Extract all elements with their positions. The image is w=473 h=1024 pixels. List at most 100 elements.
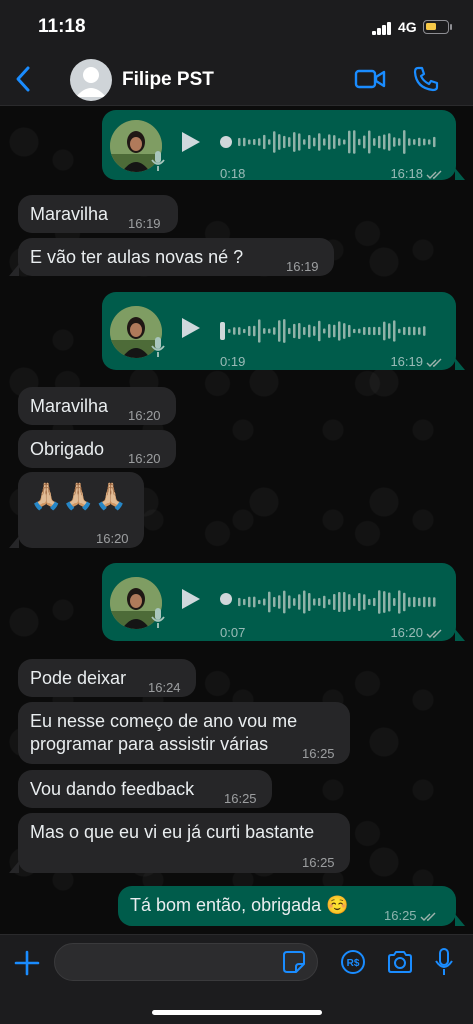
waveform-bar bbox=[368, 130, 371, 154]
waveform-bar bbox=[373, 326, 376, 336]
waveform-bar bbox=[313, 137, 316, 147]
voice-duration: 0:18 bbox=[220, 166, 246, 181]
message-text: Maravilha bbox=[30, 204, 109, 224]
message-text: Mas o que eu vi eu já curti bastante bbox=[30, 822, 315, 842]
waveform-bar bbox=[373, 138, 376, 146]
contact-name[interactable]: Filipe PST bbox=[122, 69, 214, 91]
waveform-bar bbox=[363, 594, 366, 610]
svg-text:R$: R$ bbox=[347, 958, 360, 969]
bubble-tail bbox=[455, 629, 465, 641]
play-button[interactable] bbox=[182, 589, 200, 609]
camera-icon[interactable] bbox=[386, 949, 414, 975]
composer-bar: R$ bbox=[0, 934, 473, 1024]
waveform-bar bbox=[423, 326, 426, 336]
message-bubble[interactable]: Obrigado 16:20 bbox=[18, 430, 176, 468]
waveform-bar bbox=[403, 130, 406, 154]
waveform-bar bbox=[348, 130, 351, 154]
waveform-bar bbox=[408, 597, 411, 607]
message-bubble[interactable]: Maravilha 16:19 bbox=[18, 195, 178, 233]
waveform-bar bbox=[323, 595, 326, 609]
bubble-tail bbox=[9, 264, 19, 276]
message-bubble[interactable]: 🙏🏼🙏🏼🙏🏼 16:20 bbox=[18, 472, 144, 548]
message-text: E vão ter aulas novas né ? bbox=[30, 247, 244, 267]
play-button[interactable] bbox=[182, 132, 200, 152]
home-indicator[interactable] bbox=[152, 1010, 322, 1015]
message-time: 16:25 bbox=[224, 791, 257, 806]
waveform-bar bbox=[388, 133, 391, 151]
message-time: 16:25 bbox=[302, 746, 335, 761]
playback-scrubber[interactable] bbox=[220, 322, 225, 340]
waveform-bar bbox=[263, 328, 266, 334]
message-bubble[interactable]: Maravilha 16:20 bbox=[18, 387, 176, 425]
microphone-icon bbox=[151, 608, 165, 628]
waveform-bar bbox=[413, 139, 416, 145]
playback-scrubber[interactable] bbox=[220, 593, 232, 605]
microphone-icon bbox=[151, 337, 165, 357]
message-bubble[interactable]: Mas o que eu vi eu já curti bastante 16:… bbox=[18, 813, 350, 873]
waveform-bar bbox=[338, 592, 341, 612]
waveform-bar bbox=[258, 138, 261, 146]
waveform-bar bbox=[343, 323, 346, 339]
waveform-bar bbox=[423, 138, 426, 146]
message-text-line-2: programar para assistir várias bbox=[30, 734, 269, 754]
waveform-bar bbox=[268, 139, 271, 145]
voice-message[interactable]: 0:18 16:18 bbox=[102, 110, 456, 181]
waveform-bar bbox=[428, 139, 431, 145]
waveform-bar bbox=[398, 138, 401, 146]
message-bubble[interactable]: E vão ter aulas novas né ? 16:19 bbox=[18, 238, 334, 276]
waveform-bar bbox=[378, 135, 381, 149]
message-input[interactable] bbox=[54, 943, 318, 981]
read-ticks-icon bbox=[426, 170, 442, 179]
waveform-bar bbox=[233, 327, 236, 335]
waveform-bar bbox=[283, 590, 286, 614]
back-chevron-icon[interactable] bbox=[12, 64, 36, 94]
message-time: 16:20 bbox=[128, 451, 161, 466]
waveform-bar bbox=[413, 596, 416, 608]
contact-avatar[interactable] bbox=[70, 59, 112, 101]
message-text: Maravilha bbox=[30, 396, 109, 416]
waveform-bar bbox=[298, 323, 301, 339]
status-time: 11:18 bbox=[38, 16, 86, 37]
message-bubble[interactable]: Pode deixar 16:24 bbox=[18, 659, 196, 697]
waveform-bar bbox=[408, 138, 411, 146]
playback-scrubber[interactable] bbox=[220, 136, 232, 148]
waveform-bar bbox=[403, 326, 406, 336]
message-bubble[interactable]: Vou dando feedback 16:25 bbox=[18, 770, 272, 808]
message-list[interactable]: 0:18 16:18 Maravilha 16:19 E vão ter aul… bbox=[0, 106, 473, 934]
waveform-bar bbox=[273, 597, 276, 607]
voice-message[interactable]: 0:07 16:20 bbox=[102, 563, 456, 641]
read-ticks-icon bbox=[426, 358, 442, 367]
waveform-bar bbox=[368, 327, 371, 335]
waveform-bar bbox=[293, 598, 296, 606]
waveform-bar bbox=[343, 592, 346, 612]
waveform-bar bbox=[338, 321, 341, 341]
message-bubble[interactable]: Eu nesse começo de ano vou me programar … bbox=[18, 702, 350, 764]
play-button[interactable] bbox=[182, 318, 200, 338]
message-text: Vou dando feedback bbox=[30, 779, 195, 799]
waveform-bar bbox=[288, 137, 291, 147]
plus-icon[interactable] bbox=[14, 950, 40, 976]
waveform-bar bbox=[343, 139, 346, 145]
microphone-icon[interactable] bbox=[434, 947, 454, 977]
message-text: 🙏🏼🙏🏼🙏🏼 bbox=[30, 481, 128, 511]
video-call-icon[interactable] bbox=[354, 66, 386, 92]
waveform-bar bbox=[268, 591, 271, 613]
message-text: Obrigado bbox=[30, 439, 105, 459]
phone-call-icon[interactable] bbox=[412, 65, 440, 93]
waveform-bar bbox=[303, 327, 306, 335]
sticker-icon[interactable] bbox=[282, 950, 306, 974]
waveform-bar bbox=[348, 324, 351, 338]
waveform-bar bbox=[403, 592, 406, 612]
waveform-bar bbox=[383, 591, 386, 613]
waveform-bar bbox=[283, 135, 286, 149]
waveform-bar bbox=[258, 599, 261, 605]
waveform-bar bbox=[263, 598, 266, 606]
payment-icon[interactable]: R$ bbox=[340, 949, 366, 975]
voice-message[interactable]: 0:19 16:19 bbox=[102, 292, 456, 370]
battery-icon bbox=[423, 20, 449, 34]
waveform-bar bbox=[418, 137, 421, 147]
waveform-bar bbox=[388, 323, 391, 339]
message-bubble[interactable]: Tá bom então, obrigada ☺️ 16:25 bbox=[118, 886, 456, 926]
read-ticks-icon bbox=[420, 912, 436, 921]
waveform-bar bbox=[413, 326, 416, 336]
